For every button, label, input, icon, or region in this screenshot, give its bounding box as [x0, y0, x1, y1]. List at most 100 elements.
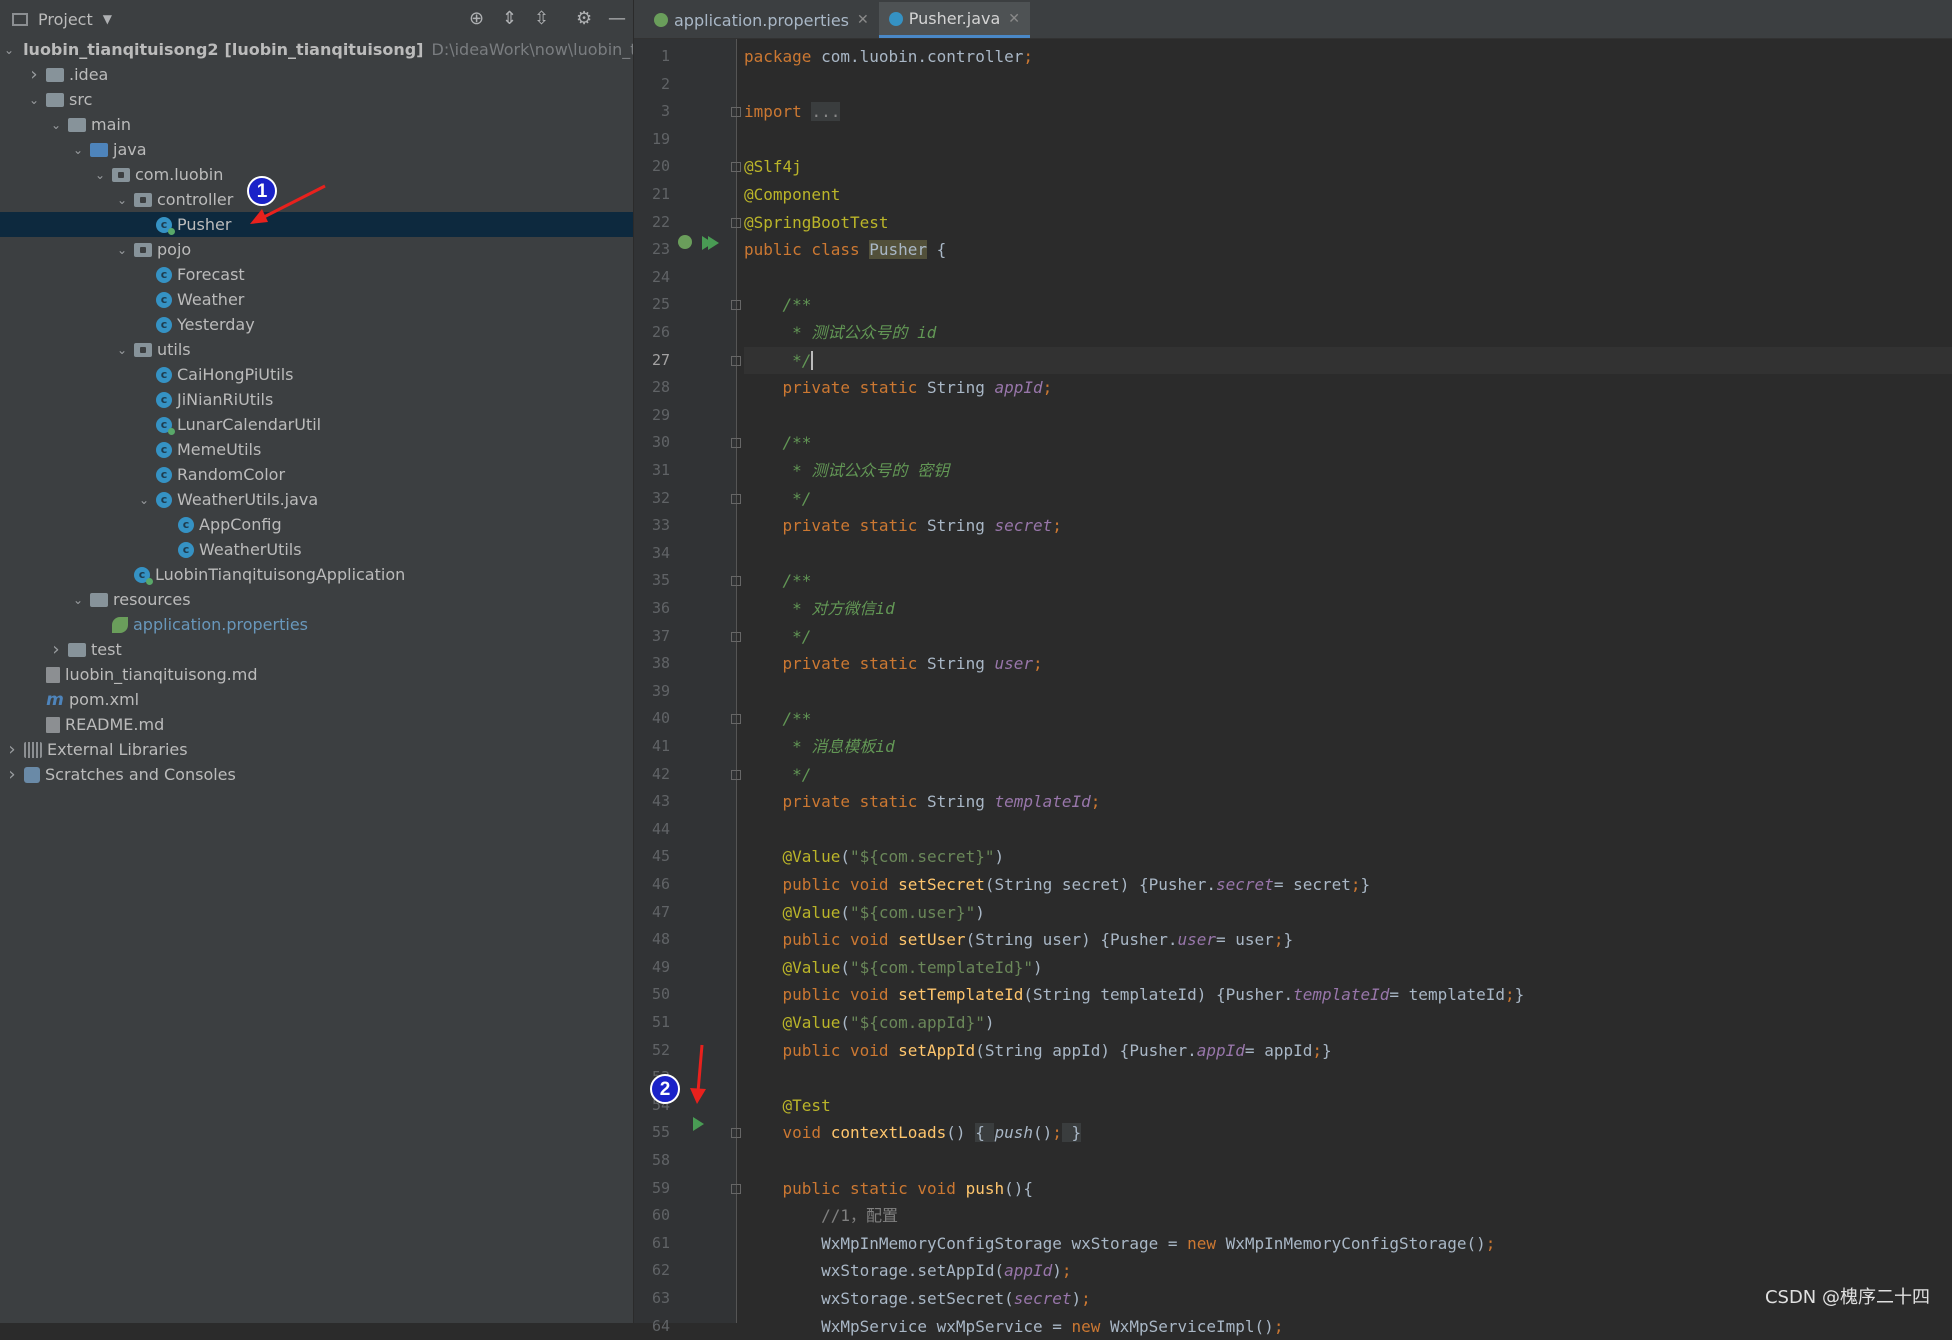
tree-item[interactable]: c CaiHongPiUtils	[0, 362, 633, 387]
fold-marker-icon[interactable]	[731, 493, 741, 504]
code-line[interactable]: @Value("${com.appId}")	[744, 1009, 1952, 1036]
chevron-down-icon[interactable]: ⌄	[114, 193, 130, 207]
code-line[interactable]: * 测试公众号的 密钥	[744, 457, 1952, 484]
code-line[interactable]: @Component	[744, 181, 1952, 208]
spring-bean-gutter-icon[interactable]	[678, 235, 692, 249]
code-line[interactable]	[744, 1147, 1952, 1174]
code-line[interactable]: WxMpInMemoryConfigStorage wxStorage = ne…	[744, 1230, 1952, 1257]
code-line[interactable]: import ...	[744, 98, 1952, 125]
code-line[interactable]: public void setSecret(String secret) {Pu…	[744, 871, 1952, 898]
code-line[interactable]: @Value("${com.templateId}")	[744, 954, 1952, 981]
code-line[interactable]	[744, 402, 1952, 429]
fold-marker-icon[interactable]	[731, 217, 741, 228]
fold-marker-icon[interactable]	[731, 576, 741, 587]
code-line[interactable]: public void setTemplateId(String templat…	[744, 981, 1952, 1008]
tree-item[interactable]: › test	[0, 637, 633, 662]
code-line[interactable]: */	[744, 346, 1952, 374]
code-line[interactable]: private static String templateId;	[744, 788, 1952, 815]
tree-item[interactable]: c LuobinTianqituisongApplication	[0, 562, 633, 587]
fold-marker-icon[interactable]	[731, 162, 741, 173]
fold-marker-icon[interactable]	[731, 631, 741, 642]
expand-all-icon[interactable]: ⇕	[502, 9, 517, 29]
code-line[interactable]: package com.luobin.controller;	[744, 43, 1952, 70]
code-line[interactable]: public static void push(){	[744, 1175, 1952, 1202]
tree-item[interactable]: c JiNianRiUtils	[0, 387, 633, 412]
code-line[interactable]: */	[744, 761, 1952, 788]
code-line[interactable]	[744, 540, 1952, 567]
minimize-icon[interactable]: —	[608, 9, 626, 29]
tree-item[interactable]: c Yesterday	[0, 312, 633, 337]
code-line[interactable]: private static String appId;	[744, 374, 1952, 401]
tab-application-properties[interactable]: application.properties ✕	[644, 2, 879, 38]
code-line[interactable]: /**	[744, 567, 1952, 594]
tree-item[interactable]: ⌄ utils	[0, 337, 633, 362]
tree-item[interactable]: README.md	[0, 712, 633, 737]
code-line[interactable]: * 消息模板id	[744, 733, 1952, 760]
chevron-down-icon[interactable]: ⌄	[4, 43, 14, 57]
code-line[interactable]	[744, 1064, 1952, 1091]
tree-item[interactable]: ⌄ java	[0, 137, 633, 162]
fold-marker-icon[interactable]	[731, 1128, 741, 1139]
chevron-down-icon[interactable]: ⌄	[114, 343, 130, 357]
code-line[interactable]: /**	[744, 705, 1952, 732]
chevron-down-icon[interactable]: ⌄	[92, 168, 108, 182]
tree-item[interactable]: c LunarCalendarUtil	[0, 412, 633, 437]
code-line[interactable]: * 对方微信id	[744, 595, 1952, 622]
chevron-right-icon[interactable]: ›	[4, 739, 20, 760]
close-icon[interactable]: ✕	[1008, 11, 1020, 27]
code-line[interactable]: */	[744, 485, 1952, 512]
gear-icon[interactable]: ⚙	[576, 9, 592, 29]
code-line[interactable]: wxStorage.setAppId(appId);	[744, 1257, 1952, 1284]
code-line[interactable]: /**	[744, 291, 1952, 318]
code-line[interactable]: @SpringBootTest	[744, 209, 1952, 236]
tree-item[interactable]: › .idea	[0, 62, 633, 87]
fold-marker-icon[interactable]	[731, 107, 741, 118]
code-line[interactable]	[744, 678, 1952, 705]
tree-item[interactable]: ⌄ resources	[0, 587, 633, 612]
fold-marker-icon[interactable]	[731, 1183, 741, 1194]
chevron-down-icon[interactable]: ⌄	[70, 143, 86, 157]
code-line[interactable]	[744, 126, 1952, 153]
code-line[interactable]: */	[744, 623, 1952, 650]
code-line[interactable]: @Test	[744, 1092, 1952, 1119]
code-line[interactable]: @Value("${com.secret}")	[744, 843, 1952, 870]
chevron-down-icon[interactable]: ⌄	[136, 493, 152, 507]
fold-marker-icon[interactable]	[731, 769, 741, 780]
tree-item[interactable]: ⌄ com.luobin	[0, 162, 633, 187]
tree-item[interactable]: m pom.xml	[0, 687, 633, 712]
code-line[interactable]: /**	[744, 429, 1952, 456]
close-icon[interactable]: ✕	[857, 12, 869, 28]
chevron-right-icon[interactable]: ›	[48, 639, 64, 660]
chevron-down-icon[interactable]: ▼	[103, 12, 112, 26]
tree-item[interactable]: ⌄ src	[0, 87, 633, 112]
tree-item[interactable]: application.properties	[0, 612, 633, 637]
tree-item[interactable]: c RandomColor	[0, 462, 633, 487]
code-line[interactable]	[744, 71, 1952, 98]
code-line[interactable]: //1，配置	[744, 1202, 1952, 1229]
tab-pusher-java[interactable]: Pusher.java ✕	[878, 2, 1031, 38]
tree-item[interactable]: luobin_tianqituisong.md	[0, 662, 633, 687]
tree-item[interactable]: c WeatherUtils	[0, 537, 633, 562]
code-line[interactable]: public class Pusher {	[744, 236, 1952, 263]
code-line[interactable]: * 测试公众号的 id	[744, 319, 1952, 346]
code-line[interactable]: WxMpService wxMpService = new WxMpServic…	[744, 1313, 1952, 1340]
chevron-down-icon[interactable]: ⌄	[114, 243, 130, 257]
fold-marker-icon[interactable]	[731, 355, 741, 366]
chevron-down-icon[interactable]: ⌄	[70, 593, 86, 607]
chevron-down-icon[interactable]: ⌄	[26, 93, 42, 107]
tree-item[interactable]: c Weather	[0, 287, 633, 312]
code-line[interactable]: @Slf4j	[744, 153, 1952, 180]
tree-item[interactable]: › Scratches and Consoles	[0, 762, 633, 787]
code-line[interactable]: private static String user;	[744, 650, 1952, 677]
code-line[interactable]: public void setUser(String user) {Pusher…	[744, 926, 1952, 953]
tree-item[interactable]: ⌄ main	[0, 112, 633, 137]
tree-item[interactable]: c Forecast	[0, 262, 633, 287]
project-view-selector[interactable]: Project	[38, 10, 93, 29]
tree-item[interactable]: ⌄ luobin_tianqituisong2 [luobin_tianqituis…	[0, 37, 633, 62]
code-line[interactable]	[744, 816, 1952, 843]
tree-item[interactable]: ⌄ c WeatherUtils.java	[0, 487, 633, 512]
code-line[interactable]: void contextLoads() { push(); }	[744, 1119, 1952, 1146]
collapse-all-icon[interactable]: ⇳	[534, 9, 549, 29]
run-test-icon[interactable]	[693, 1117, 704, 1131]
code-line[interactable]	[744, 264, 1952, 291]
